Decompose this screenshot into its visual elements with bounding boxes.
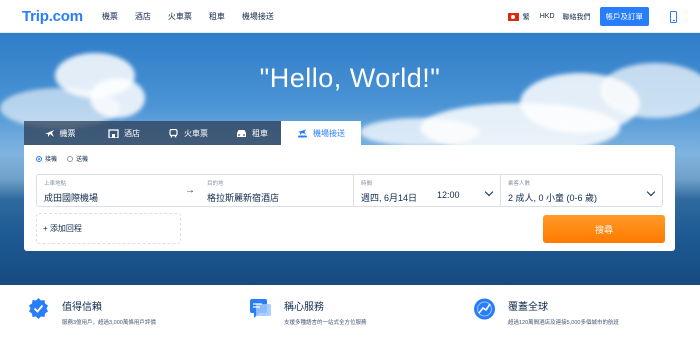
field-value: 成田國際機場 (44, 193, 99, 203)
feature-subtitle: 超過120萬間酒店及連接5,000多個城市的航班 (508, 320, 619, 326)
radio-label: 送機 (76, 157, 89, 163)
radio-pickup[interactable]: 接機 (36, 154, 57, 163)
service-chat-icon (249, 297, 272, 322)
cloud-decoration (360, 118, 480, 146)
nav-item-flights[interactable]: 機票 (102, 11, 118, 22)
feature-subtitle: 支援多種語言的一站式全方位服務 (284, 320, 367, 326)
tab-car-rental[interactable]: 租車 (223, 121, 281, 145)
main-nav: 機票 酒店 火車票 租車 機場接送 (102, 11, 291, 22)
train-icon (168, 128, 179, 138)
tab-hotels[interactable]: 酒店 (95, 121, 153, 145)
tab-label: 酒店 (124, 128, 140, 138)
pickup-location-field[interactable]: 上車地點 成田國際機場 (37, 175, 180, 206)
date-value: 週四, 6月14日 (361, 193, 418, 203)
tab-flights[interactable]: 機票 (24, 121, 95, 145)
nav-item-car-rental[interactable]: 租車 (209, 11, 225, 22)
search-panel: 接機 送機 上車地點 成田國際機場 → 目的地 格拉斯麗新宿酒店 時間 週四, … (24, 145, 675, 251)
search-fields: 上車地點 成田國際機場 → 目的地 格拉斯麗新宿酒店 時間 週四, 6月14日 … (36, 174, 663, 207)
car-icon (236, 129, 247, 138)
tab-label: 機場接送 (313, 128, 345, 138)
feature-global: 覆蓋全球 超過120萬間酒店及連接5,000多個城市的航班 (473, 297, 619, 326)
feature-trust: 值得信賴 服務3億用戶，超過3,000萬條用戶評價 (27, 297, 156, 326)
airport-transfer-icon (297, 129, 308, 138)
product-tabs: 機票 酒店 火車票 租車 機場接送 (24, 121, 361, 145)
nav-item-trains[interactable]: 火車票 (168, 11, 192, 22)
mobile-app-icon[interactable] (670, 10, 677, 23)
feature-title: 稱心服務 (284, 302, 324, 313)
tab-airport-transfer[interactable]: 機場接送 (281, 121, 361, 145)
radio-selected-icon (36, 155, 42, 162)
plane-icon (44, 129, 55, 138)
field-label: 目的地 (207, 181, 224, 187)
search-button[interactable]: 搜尋 (543, 215, 665, 243)
tab-label: 火車票 (184, 128, 208, 138)
arrow-right-icon: → (185, 185, 195, 196)
language-selector[interactable]: 繁 (523, 12, 530, 22)
add-return-trip-button[interactable]: + 添加回程 (36, 213, 181, 244)
header-actions: 繁 HKD 聯絡我們 帳戶及訂單 (507, 0, 700, 33)
field-label: 乘客人數 (508, 181, 531, 187)
contact-us-link[interactable]: 聯絡我們 (563, 12, 591, 22)
radio-label: 接機 (45, 157, 58, 163)
field-value: 格拉斯麗新宿酒店 (207, 193, 280, 203)
destination-field[interactable]: 目的地 格拉斯麗新宿酒店 (200, 175, 353, 206)
top-navigation-bar: Trip.com 機票 酒店 火車票 租車 機場接送 繁 HKD 聯絡我們 帳戶… (0, 0, 700, 33)
nav-item-airport-transfer[interactable]: 機場接送 (242, 11, 274, 22)
radio-dropoff[interactable]: 送機 (67, 154, 88, 163)
trip-logo[interactable]: Trip.com (22, 8, 83, 25)
hero-title: "Hello, World!" (259, 63, 441, 93)
tab-label: 租車 (252, 128, 268, 138)
nav-item-hotels[interactable]: 酒店 (135, 11, 151, 22)
tab-trains[interactable]: 火車票 (153, 121, 223, 145)
radio-unselected-icon (67, 155, 74, 162)
tab-label: 機票 (59, 128, 76, 138)
time-value: 12:00 (437, 190, 460, 200)
account-orders-button[interactable]: 帳戶及訂單 (599, 7, 649, 26)
features-strip: 值得信賴 服務3億用戶，超過3,000萬條用戶評價 稱心服務 支援多種語言的一站… (0, 285, 700, 340)
field-label: 上車地點 (44, 181, 67, 187)
trip-type-radio-group: 接機 送機 (36, 154, 98, 163)
pickup-time-field[interactable]: 時間 週四, 6月14日 12:00 (353, 175, 500, 206)
passengers-field[interactable]: 乘客人數 2 成人, 0 小童 (0-6 歲) (500, 175, 662, 206)
feature-text: 稱心服務 支援多種語言的一站式全方位服務 (284, 297, 367, 326)
feature-title: 值得信賴 (62, 302, 102, 313)
hotel-icon (108, 128, 119, 138)
feature-text: 覆蓋全球 超過120萬間酒店及連接5,000多個城市的航班 (508, 297, 619, 326)
field-value: 2 成人, 0 小童 (0-6 歲) (508, 193, 598, 203)
currency-selector[interactable]: HKD (540, 13, 555, 20)
feature-subtitle: 服務3億用戶，超過3,000萬條用戶評價 (62, 320, 156, 326)
feature-text: 值得信賴 服務3億用戶，超過3,000萬條用戶評價 (62, 297, 156, 326)
feature-service: 稱心服務 支援多種語言的一站式全方位服務 (249, 297, 367, 326)
global-coverage-icon (473, 297, 496, 322)
hong-kong-flag-icon[interactable] (507, 12, 519, 21)
field-label: 時間 (361, 181, 373, 187)
feature-title: 覆蓋全球 (508, 302, 548, 313)
trust-badge-icon (27, 297, 50, 322)
